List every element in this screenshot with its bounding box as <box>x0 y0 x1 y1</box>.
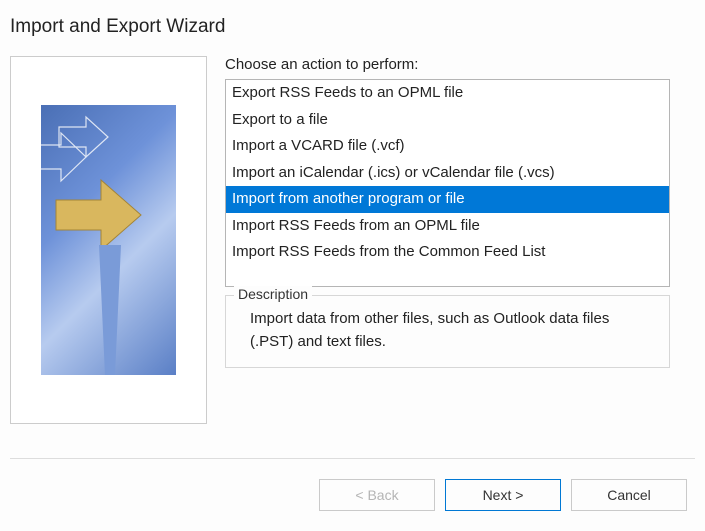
action-list[interactable]: Export RSS Feeds to an OPML fileExport t… <box>225 79 670 287</box>
button-row: < Back Next > Cancel <box>319 479 687 511</box>
description-text: Import data from other files, such as Ou… <box>240 308 655 353</box>
action-list-item[interactable]: Import from another program or file <box>226 186 669 213</box>
description-legend: Description <box>234 286 312 302</box>
wizard-title: Import and Export Wizard <box>0 0 705 56</box>
wizard-art-panel <box>10 56 207 424</box>
action-list-item[interactable]: Import a VCARD file (.vcf) <box>226 133 669 160</box>
next-button[interactable]: Next > <box>445 479 561 511</box>
description-group: Description Import data from other files… <box>225 295 670 368</box>
action-list-item[interactable]: Import an iCalendar (.ics) or vCalendar … <box>226 160 669 187</box>
action-list-item[interactable]: Export RSS Feeds to an OPML file <box>226 80 669 107</box>
back-button[interactable]: < Back <box>319 479 435 511</box>
cancel-button[interactable]: Cancel <box>571 479 687 511</box>
separator <box>10 458 695 459</box>
wizard-art-image <box>41 105 176 375</box>
action-prompt: Choose an action to perform: <box>225 56 695 73</box>
action-list-item[interactable]: Import RSS Feeds from an OPML file <box>226 213 669 240</box>
action-list-item[interactable]: Export to a file <box>226 107 669 134</box>
action-list-item[interactable]: Import RSS Feeds from the Common Feed Li… <box>226 239 669 266</box>
